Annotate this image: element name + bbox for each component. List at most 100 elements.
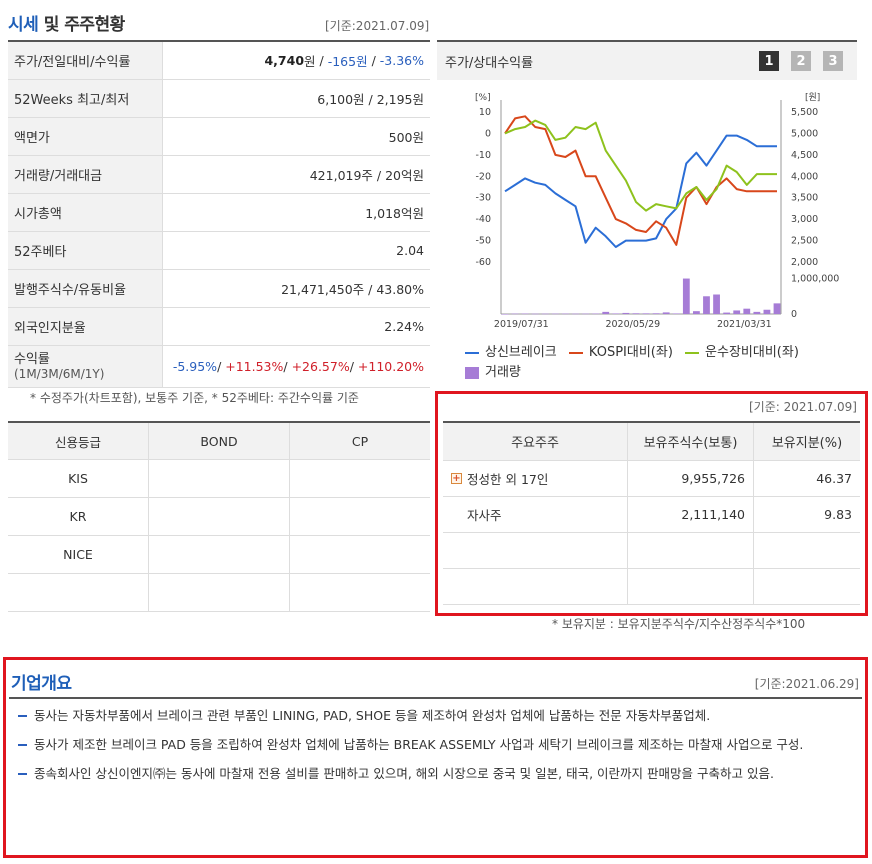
volume-bar bbox=[713, 294, 720, 314]
chart-tab-1[interactable]: 1 bbox=[759, 51, 779, 71]
credit-rating-table: 신용등급 BOND CP KIS KR NICE bbox=[8, 421, 430, 612]
volume-bar bbox=[582, 313, 589, 315]
shareholder-shares: 9,955,726 bbox=[628, 461, 754, 496]
volume-bar bbox=[652, 313, 660, 314]
credit-header: 신용등급 bbox=[8, 423, 149, 459]
price-row: 외국인지분율 2.24% bbox=[8, 308, 430, 346]
volume-bar bbox=[501, 314, 509, 315]
legend-item: KOSPI대비(좌) bbox=[568, 343, 673, 363]
row-label: 52주베타 bbox=[8, 232, 163, 269]
volume-bar bbox=[682, 278, 690, 314]
credit-header: BOND bbox=[149, 423, 290, 459]
row-label: 발행주식수/유동비율 bbox=[8, 270, 163, 307]
empty-cell bbox=[754, 569, 860, 604]
credit-agency: NICE bbox=[8, 536, 149, 573]
credit-header: CP bbox=[351, 433, 369, 449]
credit-row: KR bbox=[8, 498, 430, 536]
legend-item: 거래량 bbox=[465, 363, 521, 383]
volume-bar bbox=[572, 313, 579, 315]
right-tick-label: 4,000 bbox=[791, 171, 818, 182]
bond-cell bbox=[149, 574, 290, 611]
volume-bar bbox=[521, 313, 529, 315]
volume-bar bbox=[511, 313, 519, 315]
return-6m: +26.57% bbox=[291, 359, 350, 374]
left-tick-label: -50 bbox=[475, 236, 491, 247]
legend-item: 상신브레이크 bbox=[465, 343, 557, 363]
row-value: 421,019주 / 20억원 bbox=[309, 168, 424, 183]
separator: / bbox=[217, 359, 226, 374]
volume-bar bbox=[672, 313, 680, 314]
empty-cell bbox=[628, 533, 754, 568]
legend-swatch bbox=[465, 367, 479, 379]
shareholders-footnote: * 보유지분 : 보유지분주식수/지수산정주식수*100 bbox=[552, 617, 806, 631]
volume-bar bbox=[743, 308, 751, 314]
credit-agency bbox=[8, 574, 149, 611]
volume-bar bbox=[763, 309, 771, 314]
credit-row: KIS bbox=[8, 460, 430, 498]
return-1m: -5.95% bbox=[172, 359, 218, 374]
left-tick-label: 10 bbox=[479, 107, 491, 118]
cp-cell bbox=[290, 498, 430, 535]
left-axis-unit: [%] bbox=[475, 93, 491, 103]
shareholders-header-row: 주요주주 보유주식수(보통) 보유지분(%) bbox=[443, 423, 860, 461]
volume-bar bbox=[592, 313, 600, 315]
chart-legend: 상신브레이크 KOSPI대비(좌) 운수장비대비(좌) 거래량 bbox=[465, 341, 855, 386]
shareholders-header: 주요주주 bbox=[443, 423, 628, 460]
price-row: 52주베타 2.04 bbox=[8, 232, 430, 270]
returns-label-sub: (1M/3M/6M/1Y) bbox=[14, 366, 105, 381]
shareholder-name-cell: + 정성한 외 17인 bbox=[443, 461, 628, 496]
volume-bar bbox=[541, 313, 549, 315]
volume-bar bbox=[773, 303, 781, 314]
overview-divider bbox=[9, 697, 862, 699]
overview-base-date: [기준:2021.06.29] bbox=[754, 677, 859, 691]
right-tick-label: 2,500 bbox=[791, 236, 818, 247]
left-tick-label: 0 bbox=[485, 128, 491, 139]
return-3m: +11.53% bbox=[225, 359, 284, 374]
separator: / bbox=[349, 359, 358, 374]
row-value: 6,100원 / 2,195원 bbox=[317, 92, 424, 107]
row-value: 21,471,450주 / 43.80% bbox=[281, 282, 424, 297]
left-tick-label: -60 bbox=[475, 257, 491, 268]
separator: / bbox=[315, 53, 328, 68]
volume-bar bbox=[662, 312, 670, 314]
price-row: 주가/전일대비/수익률 4,740 원 / -165원 / -3.36% bbox=[8, 42, 430, 80]
legend-label: 상신브레이크 bbox=[485, 345, 557, 360]
empty-cell bbox=[443, 533, 628, 568]
company-overview-box: 기업개요 [기준:2021.06.29] 동사는 자동차부품에서 브레이크 관련… bbox=[3, 657, 868, 858]
price-rate: -3.36% bbox=[379, 53, 424, 68]
volume-tick-label: 1,000,000 bbox=[791, 274, 839, 285]
return-1y: +110.20% bbox=[357, 359, 424, 374]
plus-icon[interactable]: + bbox=[451, 473, 462, 484]
empty-cell bbox=[628, 569, 754, 604]
price-row: 52Weeks 최고/최저 6,100원 / 2,195원 bbox=[8, 80, 430, 118]
credit-agency: KIS bbox=[8, 460, 149, 497]
chart-title: 주가/상대수익률 bbox=[445, 55, 534, 71]
volume-bar bbox=[733, 310, 741, 314]
shareholders-header: 보유주식수(보통) bbox=[628, 423, 754, 460]
overview-item: 종속회사인 상신이엔지㈜는 동사에 마찰재 전용 설비를 판매하고 있으며, 해… bbox=[14, 762, 849, 785]
price-value: 4,740 원 / -165원 / -3.36% bbox=[163, 42, 430, 79]
row-value: 500원 bbox=[388, 130, 424, 145]
x-tick-label: 2021/03/31 bbox=[717, 319, 772, 330]
empty-cell bbox=[443, 569, 628, 604]
price-table: 주가/전일대비/수익률 4,740 원 / -165원 / -3.36% 52We… bbox=[8, 40, 430, 388]
shareholders-header: 보유지분(%) bbox=[771, 436, 843, 451]
legend-label: KOSPI대비(좌) bbox=[588, 345, 673, 360]
chart-tab-3[interactable]: 3 bbox=[823, 51, 843, 71]
section-title-rest: 및 주주현황 bbox=[38, 15, 126, 35]
row-label: 52Weeks 최고/최저 bbox=[8, 80, 163, 117]
overview-item: 동사는 자동차부품에서 브레이크 관련 부품인 LINING, PAD, SHO… bbox=[14, 704, 849, 727]
right-tick-label: 4,500 bbox=[791, 150, 818, 161]
shareholder-name: 정성한 외 17인 bbox=[467, 472, 549, 487]
volume-bar bbox=[753, 311, 761, 314]
row-label: 액면가 bbox=[8, 118, 163, 155]
x-tick-label: 2020/05/29 bbox=[605, 319, 660, 330]
chart-tab-2[interactable]: 2 bbox=[791, 51, 811, 71]
row-value: 1,018억원 bbox=[365, 206, 424, 221]
overview-item: 동사가 제조한 브레이크 PAD 등을 조립하여 완성차 업체에 납품하는 BR… bbox=[14, 733, 849, 756]
row-label: 시가총액 bbox=[8, 194, 163, 231]
returns-values: -5.95% / +11.53% / +26.57% / +110.20% bbox=[163, 346, 430, 387]
price-row: 발행주식수/유동비율 21,471,450주 / 43.80% bbox=[8, 270, 430, 308]
right-axis-unit: [원] bbox=[805, 92, 820, 103]
cp-cell bbox=[290, 460, 430, 497]
